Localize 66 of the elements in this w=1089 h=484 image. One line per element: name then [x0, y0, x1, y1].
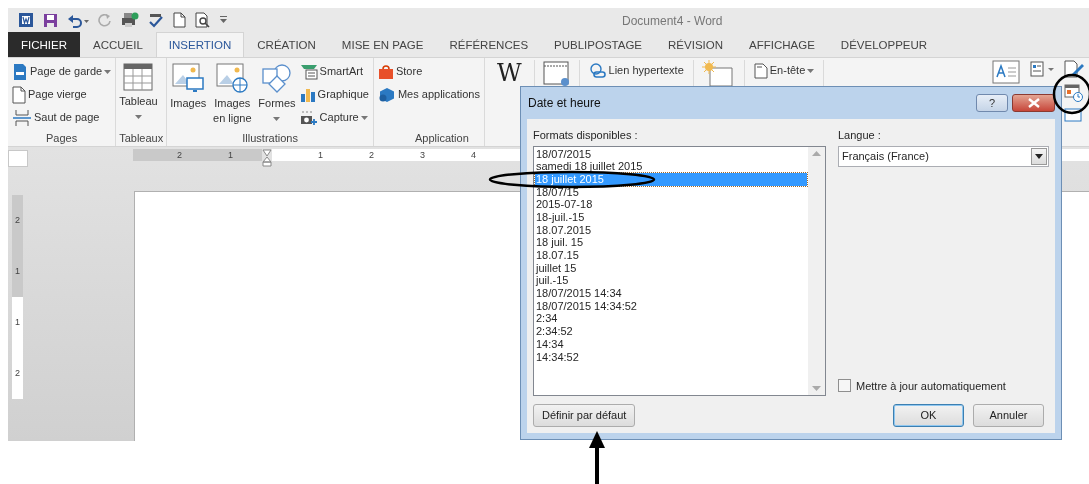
group-label: Application	[413, 131, 470, 146]
list-item[interactable]: 18/07/2015	[535, 147, 807, 161]
language-dropdown[interactable]: Français (France)	[838, 145, 1049, 167]
list-item[interactable]: samedi 18 juillet 2015	[535, 160, 807, 173]
dropdown-button[interactable]: En-tête	[752, 60, 816, 81]
file-tab[interactable]: FICHIER	[8, 32, 80, 57]
ribbon-button[interactable]: Page vierge	[11, 84, 113, 105]
list-item[interactable]: 2:34:52	[535, 325, 807, 338]
ok-button[interactable]: OK	[893, 404, 964, 427]
window-title: Document4 - Word	[622, 13, 723, 30]
list-item[interactable]: 18/07/2015 14:34:52	[535, 299, 807, 313]
ribbon-button[interactable]: Images en ligne	[209, 61, 256, 130]
list-item[interactable]: 14:34	[535, 337, 807, 351]
ruler-number: 1	[12, 297, 23, 348]
ribbon-button[interactable]: Store	[376, 61, 481, 82]
ruler-number: 2	[12, 348, 23, 399]
ribbon-tab[interactable]: AFFICHAGE	[736, 32, 828, 57]
list-item[interactable]: 14:34:52	[535, 350, 807, 364]
cancel-button[interactable]: Annuler	[973, 404, 1044, 427]
ribbon-button[interactable]: Saut de page	[11, 107, 113, 128]
ribbon-button[interactable]: Mes applications	[376, 84, 481, 105]
ruler-number: 1	[12, 246, 23, 297]
ribbon-tab[interactable]: CRÉATION	[244, 32, 329, 57]
ribbon-tab[interactable]: DÉVELOPPEUR	[827, 32, 941, 57]
dialog-title: Date et heure	[527, 95, 601, 112]
ruler-number: 3	[419, 149, 425, 161]
list-item[interactable]: 18.07.2015	[535, 223, 807, 237]
ribbon-button[interactable]: Lien hypertexte	[587, 60, 685, 81]
checkbox-label: Mettre à jour automatiquement	[856, 378, 1006, 394]
ribbon-tab[interactable]: ACCUEIL	[80, 32, 156, 57]
ruler-number: 2	[176, 149, 183, 161]
set-default-button[interactable]: Définir par défaut	[533, 404, 636, 427]
ribbon-tab[interactable]: RÉFÉRENCES	[436, 32, 542, 57]
ruler-number: 1	[227, 149, 234, 161]
ribbon-tab[interactable]: RÉVISION	[655, 32, 736, 57]
group-label: Pages	[45, 131, 79, 146]
group-label: Tableaux	[119, 131, 164, 146]
list-item[interactable]: 18 juil. 15	[535, 236, 807, 249]
field-label: Langue :	[838, 128, 882, 143]
list-item[interactable]: 18/07/15	[535, 185, 807, 199]
list-item[interactable]: juil.-15	[535, 274, 807, 288]
help-button[interactable]: ?	[976, 94, 1008, 112]
dropdown-button[interactable]: Tableau	[119, 61, 158, 130]
ruler-number: 2	[12, 195, 23, 246]
field-label: Formats disponibles :	[533, 128, 639, 143]
ribbon-tab[interactable]: MISE EN PAGE	[328, 32, 437, 57]
ribbon-button[interactable]: SmartArt	[298, 61, 370, 82]
dropdown-button[interactable]: Page de garde	[11, 61, 113, 82]
dropdown-button[interactable]: Formes	[258, 61, 296, 130]
list-item[interactable]: juillet 15	[535, 261, 807, 275]
list-item[interactable]: 18-juil.-15	[535, 210, 807, 224]
wikipedia-logo[interactable]: W	[492, 60, 526, 86]
ruler-number: 1	[317, 149, 323, 161]
list-item[interactable]: 2:34	[535, 312, 807, 326]
ruler-number: 4	[470, 149, 476, 161]
ribbon-tab[interactable]: PUBLIPOSTAGE	[541, 32, 656, 57]
group-label: Illustrations	[241, 131, 299, 146]
ribbon-tab[interactable]: INSERTION	[155, 32, 245, 57]
ruler-number: 2	[368, 149, 374, 161]
list-item[interactable]: 2015-07-18	[535, 198, 807, 211]
ribbon-button[interactable]: Graphique	[298, 84, 370, 105]
list-item[interactable]: 18/07/2015 14:34	[535, 287, 807, 300]
list-item[interactable]: 18.07.15	[535, 249, 807, 262]
ribbon-button[interactable]: Images	[170, 61, 207, 130]
formats-list[interactable]: 18/07/2015 samedi 18 juillet 2015 18 juillet 2015 18/07/15 2015-07-18 18-juil.-15 18.07.2015 18 juil. 15 18.07.15 juillet 15 juil.-15 18/07/2015 14:34 18/07/2015 14:34:52 2:34 2:34:52 14:34 14:34:52	[533, 145, 826, 396]
dropdown-button[interactable]: Capture	[298, 107, 370, 128]
